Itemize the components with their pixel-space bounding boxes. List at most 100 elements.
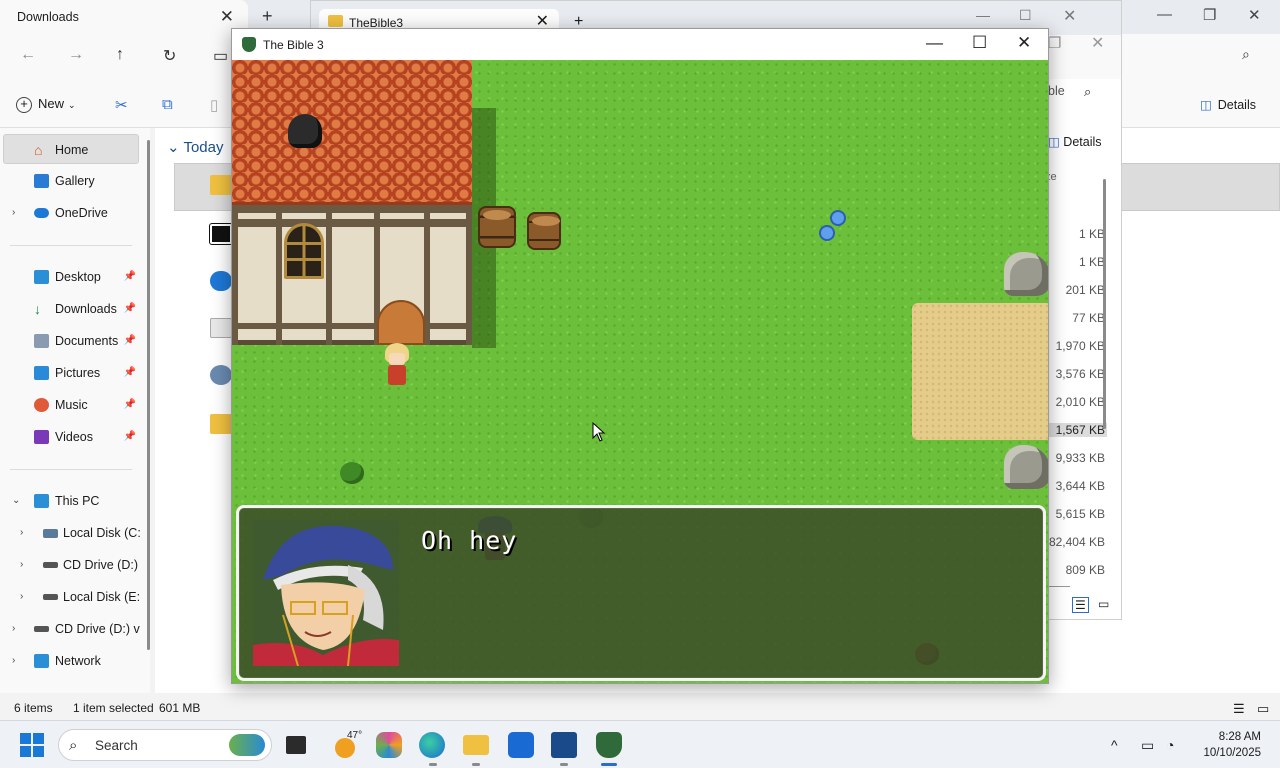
back-arrow-icon[interactable]: ← (20, 46, 36, 64)
minimize-icon[interactable]: — (976, 7, 990, 23)
close-window-icon[interactable]: ✕ (1063, 6, 1076, 26)
search-icon[interactable]: ⌕ (1084, 84, 1091, 100)
app-icon[interactable] (551, 732, 577, 758)
maximize-icon[interactable]: ☐ (972, 33, 987, 53)
item-count: 6 items (14, 701, 53, 715)
weather-widget[interactable]: 47° (333, 730, 362, 760)
details-view-icon[interactable]: ☰ (1072, 597, 1089, 613)
up-arrow-icon[interactable]: ↑ (116, 46, 124, 64)
group-header-today[interactable]: ⌄ Today (167, 138, 224, 156)
details-button[interactable]: ◫ Details (1200, 97, 1256, 112)
sidebar-item-local-disk-e[interactable]: › Local Disk (E:) (0, 582, 140, 612)
horizontal-scrollbar[interactable] (1048, 586, 1070, 587)
game-title-bar[interactable]: The Bible 3 — ☐ ✕ (232, 29, 1048, 60)
tiles-view-icon[interactable]: ▭ (1257, 701, 1269, 717)
running-indicator (560, 763, 568, 766)
file-list-scrollbar[interactable] (1103, 179, 1106, 429)
sidebar-item-label: OneDrive (55, 206, 108, 220)
details-button-label: Details (1217, 98, 1256, 112)
refresh-icon[interactable]: ↻ (163, 46, 176, 66)
sidebar-item-videos[interactable]: Videos 📌 (0, 422, 140, 452)
sidebar-item-documents[interactable]: Documents 📌 (0, 326, 140, 356)
player-body (388, 365, 406, 385)
task-view-icon[interactable] (286, 736, 306, 754)
sidebar-item-music[interactable]: Music 📌 (0, 390, 140, 420)
details-button[interactable]: ◫ Details (1048, 134, 1102, 149)
copy-icon[interactable]: ⧉ (162, 96, 173, 113)
edge-browser-icon[interactable] (419, 732, 445, 758)
explorer2-file-sizes: ble ⌕ ◫ Details ze 1 KB 1 KB 201 KB 77 KB 1,… (1045, 79, 1121, 619)
chevron-right-icon[interactable]: › (20, 582, 23, 612)
file-size-cell: 809 KB (1065, 563, 1105, 577)
sidebar-item-label: Gallery (55, 174, 95, 188)
tiles-view-icon[interactable]: ▭ (1098, 597, 1109, 611)
sidebar-item-cd-drive-d-virtual[interactable]: › CD Drive (D:) vir (0, 614, 140, 644)
file-size-cell: 3,576 KB (1055, 367, 1105, 381)
new-button[interactable]: + New ⌄ (16, 96, 76, 113)
chevron-right-icon[interactable]: › (20, 518, 23, 548)
restore-icon[interactable]: ❐ (1203, 6, 1216, 24)
file-size-cell: 3,644 KB (1055, 479, 1105, 493)
wall-beam (232, 323, 472, 329)
volume-icon[interactable]: ◔ (1166, 737, 1174, 753)
dialog-box[interactable]: Oh hey (236, 505, 1046, 681)
chevron-right-icon[interactable]: › (12, 614, 15, 644)
maximize-icon[interactable]: ☐ (1019, 7, 1032, 24)
house-door (377, 300, 425, 345)
taskbar-search[interactable]: ⌕ Search (58, 729, 272, 761)
player-face (389, 353, 405, 365)
chevron-up-icon[interactable]: ^ (1111, 737, 1118, 753)
sidebar-item-home[interactable]: ⌂ Home (3, 134, 139, 164)
blue-flower (832, 212, 844, 224)
sidebar-item-cd-drive-d[interactable]: › CD Drive (D:) v (0, 550, 140, 580)
close-window-icon[interactable]: ✕ (1248, 6, 1261, 24)
sidebar-item-label: Documents (55, 334, 119, 348)
restore-icon[interactable]: ❐ (1048, 34, 1061, 52)
close-window-icon[interactable]: ✕ (1017, 33, 1031, 53)
display-icon[interactable]: ▭ (1141, 737, 1154, 754)
minimize-icon[interactable]: — (1157, 6, 1172, 23)
sidebar-item-label: This PC (55, 494, 100, 508)
game-app-taskbar-icon[interactable] (596, 732, 622, 758)
sidebar-item-pictures[interactable]: Pictures 📌 (0, 358, 140, 388)
file-size-cell: 82,404 KB (1048, 535, 1105, 549)
details-view-icon[interactable]: ☰ (1233, 701, 1245, 717)
chevron-right-icon[interactable]: › (12, 198, 15, 228)
address-bar-icon[interactable]: ▭ (213, 46, 228, 66)
new-tab-icon[interactable]: + (262, 6, 273, 27)
sidebar-item-onedrive[interactable]: › OneDrive (0, 198, 140, 228)
file-explorer-icon[interactable] (463, 735, 489, 755)
sidebar-item-desktop[interactable]: Desktop 📌 (0, 262, 140, 292)
copilot-icon[interactable] (376, 732, 402, 758)
running-indicator (472, 763, 480, 766)
chevron-down-icon[interactable]: ⌄ (12, 486, 20, 516)
tab-downloads[interactable]: Downloads ✕ (0, 0, 248, 34)
sidebar-item-this-pc[interactable]: ⌄ This PC (0, 486, 140, 516)
forward-arrow-icon[interactable]: → (68, 46, 84, 64)
system-clock[interactable]: 8:28 AM 10/10/2025 (1197, 729, 1261, 761)
sidebar-item-downloads[interactable]: ↓ Downloads 📌 (0, 294, 140, 324)
close-icon[interactable]: ✕ (1091, 33, 1104, 53)
paste-icon[interactable]: ▯ (210, 96, 218, 114)
sidebar-item-gallery[interactable]: Gallery (0, 166, 140, 196)
minimize-icon[interactable]: — (926, 33, 943, 53)
file-size-cell: 1,567 KB (1047, 423, 1107, 437)
clock-time: 8:28 AM (1218, 731, 1261, 743)
chevron-right-icon[interactable]: › (20, 550, 23, 580)
microsoft-store-icon[interactable] (508, 732, 534, 758)
sidebar-item-label: Pictures (55, 366, 101, 380)
sidebar-item-label: Home (55, 143, 89, 157)
start-button[interactable] (19, 732, 45, 758)
cut-icon[interactable]: ✂ (115, 96, 128, 114)
wall-beam (232, 205, 472, 213)
sidebar-item-label: Local Disk (E:) (63, 590, 140, 604)
game-canvas[interactable]: Oh hey (232, 60, 1048, 683)
cd-drive-icon (43, 562, 58, 568)
desktop-icon (34, 270, 49, 284)
sidebar-item-network[interactable]: › Network (0, 646, 140, 676)
navigation-scrollbar[interactable] (147, 140, 150, 650)
sidebar-item-local-disk-c[interactable]: › Local Disk (C:) (0, 518, 140, 548)
chevron-right-icon[interactable]: › (12, 646, 15, 676)
close-tab-icon[interactable]: ✕ (220, 7, 234, 27)
search-icon[interactable]: ⌕ (1242, 46, 1250, 63)
